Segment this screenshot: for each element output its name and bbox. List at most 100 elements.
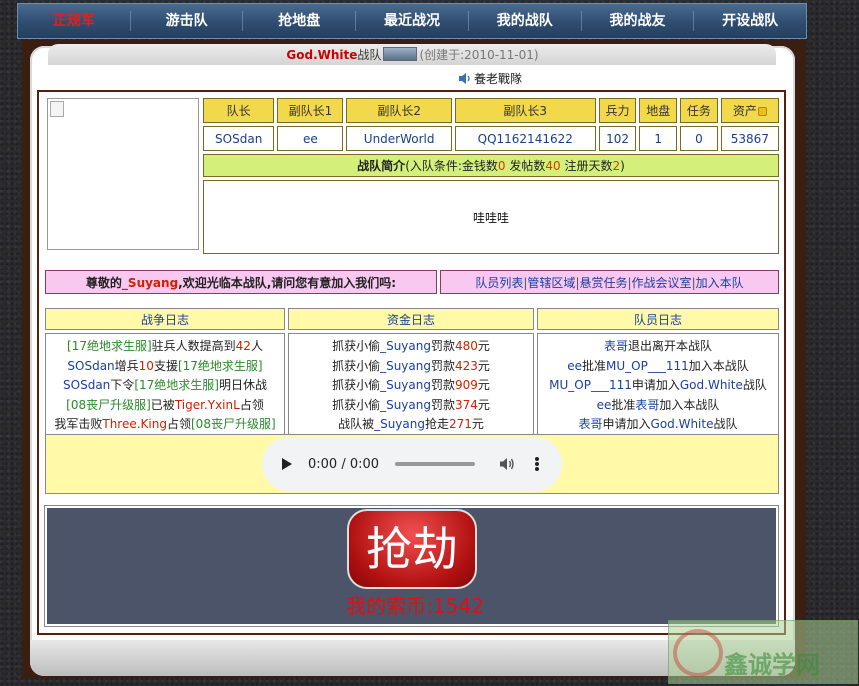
rob-button[interactable]: 抢劫 <box>347 509 477 589</box>
header-tasks: 任务 <box>680 98 718 123</box>
team-motto: 養老戰隊 <box>458 71 522 87</box>
log-segment[interactable]: _Suyang <box>380 359 431 373</box>
log-segment[interactable]: [17绝地求生服] <box>178 359 263 373</box>
intro-days: 2 <box>612 159 621 173</box>
link-join-team[interactable]: 加入本队 <box>696 276 744 290</box>
log-segment[interactable]: _Suyang <box>380 398 431 412</box>
log-segment[interactable]: [17绝地求生服] <box>134 378 219 392</box>
captain-value[interactable]: SOSdan <box>203 126 275 151</box>
nav-item-my-team[interactable]: 我的战队 <box>469 11 582 31</box>
header-territory: 地盘 <box>639 98 678 123</box>
log-segment[interactable]: SOSdan <box>67 359 114 373</box>
log-segment[interactable]: ee <box>567 359 582 373</box>
nav-item-my-comrades[interactable]: 我的战友 <box>582 11 695 31</box>
log-segment[interactable]: MU_OP___111 <box>606 359 689 373</box>
play-icon[interactable] <box>282 458 292 470</box>
log-segment[interactable]: _Suyang <box>374 417 425 431</box>
log-segment[interactable]: SOSdan <box>63 378 110 392</box>
top-nav: 正规军 游击队 抢地盘 最近战况 我的战队 我的战友 开设战队 <box>17 3 807 39</box>
log-segment[interactable]: _Suyang <box>380 339 431 353</box>
my-coins: 我的索币:1542 <box>346 594 484 618</box>
link-jurisdiction[interactable]: 管辖区域 <box>527 276 575 290</box>
log-segment[interactable]: 表哥 <box>604 339 628 353</box>
link-bounty-tasks[interactable]: 悬赏任务 <box>579 276 627 290</box>
intro-cond-prefix: (入队条件:金钱数 <box>405 159 498 173</box>
log-segment: 抓获小偷 <box>332 378 381 392</box>
log-segment[interactable]: 909 <box>455 378 478 392</box>
log-segment: 退出离开本战队 <box>628 339 713 353</box>
nav-item-recent-battles[interactable]: 最近战况 <box>356 11 469 31</box>
nav-item-create-team[interactable]: 开设战队 <box>694 11 806 31</box>
watermark-logo-icon <box>673 629 723 677</box>
log-segment: 罚款 <box>430 358 455 373</box>
welcome-bar: 尊敬的_Suyang,欢迎光临本战队,请问您有意加入我们吗: 队员列表|管辖区域… <box>42 267 782 297</box>
log-segment[interactable]: 271 <box>449 417 472 431</box>
log-segment[interactable]: [17绝地求生服] <box>67 339 152 353</box>
log-segment: 战队 <box>713 417 738 431</box>
link-war-room[interactable]: 作战会议室 <box>632 276 692 290</box>
log-line: SOSdan增兵10支援[17绝地求生服] <box>46 357 284 377</box>
log-segment[interactable]: 42 <box>236 339 251 353</box>
log-line: MU_OP___111申请加入God.White战队 <box>538 376 778 396</box>
nav-item-regular-army[interactable]: 正规军 <box>18 11 131 31</box>
log-segment[interactable]: _Suyang <box>380 378 431 392</box>
tasks-value: 0 <box>680 126 718 151</box>
log-segment[interactable]: 表哥 <box>635 398 659 412</box>
welcome-message: 尊敬的_Suyang,欢迎光临本战队,请问您有意加入我们吗: <box>45 270 437 294</box>
log-segment[interactable]: MU_OP___111 <box>549 378 632 392</box>
intro-label: 战队简介 <box>357 159 406 173</box>
log-segment[interactable]: Three.King <box>102 417 167 431</box>
log-line: 抓获小偷_Suyang罚款423元 <box>289 357 533 377</box>
log-segment[interactable]: ee <box>597 398 612 412</box>
team-info-table: 队长 副队长1 副队长2 副队长3 兵力 地盘 任务 资产 SOSdan ee … <box>200 95 782 257</box>
war-log: [17绝地求生服]驻兵人数提高到42人 SOSdan增兵10支援[17绝地求生服]… <box>45 333 285 436</box>
member-log: 表哥退出离开本战队 ee批准MU_OP___111加入本战队 MU_OP___111… <box>537 333 779 436</box>
vice-2-value[interactable]: UnderWorld <box>346 126 452 151</box>
speaker-icon[interactable] <box>458 72 472 85</box>
log-segment: 占领 <box>166 417 191 431</box>
header-troops: 兵力 <box>598 98 637 123</box>
more-options-icon[interactable] <box>535 457 540 471</box>
link-member-list[interactable]: 队员列表 <box>475 276 523 290</box>
log-segment: 元 <box>477 378 490 392</box>
money-log-header: 资金日志 <box>288 308 534 330</box>
log-segment[interactable]: 10 <box>139 359 154 373</box>
header-vice-3: 副队长3 <box>454 98 596 123</box>
log-segment[interactable]: 423 <box>455 359 478 373</box>
troops-value: 102 <box>598 126 637 151</box>
audio-progress-bar[interactable] <box>395 462 476 466</box>
log-segment: 元 <box>477 339 490 353</box>
log-segment[interactable]: God.White <box>680 378 743 392</box>
vice-1-value[interactable]: ee <box>277 126 344 151</box>
log-line: 抓获小偷_Suyang罚款374元 <box>289 396 533 416</box>
nav-item-guerrilla[interactable]: 游击队 <box>131 11 244 31</box>
log-segment: 批准 <box>582 358 607 373</box>
log-segment[interactable]: 374 <box>455 398 478 412</box>
log-segment[interactable]: [08丧尸升级服] <box>66 398 151 412</box>
intro-body: 哇哇哇 <box>203 180 779 254</box>
log-line: [17绝地求生服]驻兵人数提高到42人 <box>46 337 284 357</box>
log-segment: 元 <box>477 397 490 412</box>
team-name[interactable]: God.White <box>286 48 357 62</box>
log-segment: 批准 <box>611 397 636 412</box>
vice-3-value[interactable]: QQ1162141622 <box>454 126 596 151</box>
log-segment: 申请加入 <box>631 378 680 392</box>
welcome-prefix: 尊敬的 <box>85 275 122 290</box>
log-segment[interactable]: God.White <box>651 417 714 431</box>
log-segment[interactable]: Tiger.YxinL <box>175 398 240 412</box>
log-segment: 驻兵人数提高到 <box>151 339 236 353</box>
intro-money: 0 <box>497 159 506 173</box>
nav-item-grab-territory[interactable]: 抢地盘 <box>243 11 357 31</box>
team-links: 队员列表|管辖区域|悬赏任务|作战会议室|加入本队 <box>440 270 779 294</box>
log-segment[interactable]: [08丧尸升级服] <box>191 417 276 431</box>
welcome-username[interactable]: _Suyang <box>122 276 178 290</box>
money-log: 抓获小偷_Suyang罚款480元 抓获小偷_Suyang罚款423元 抓获小偷_S… <box>288 333 534 436</box>
log-segment: 加入本战队 <box>688 358 749 373</box>
log-segment: 申请加入 <box>602 417 651 431</box>
log-segment[interactable]: 480 <box>455 339 478 353</box>
log-line: 表哥退出离开本战队 <box>538 337 778 357</box>
intro-days-label: 注册天数 <box>560 159 613 173</box>
log-segment: 下令 <box>110 378 135 392</box>
volume-icon[interactable] <box>499 457 515 471</box>
log-segment[interactable]: 表哥 <box>578 417 602 431</box>
